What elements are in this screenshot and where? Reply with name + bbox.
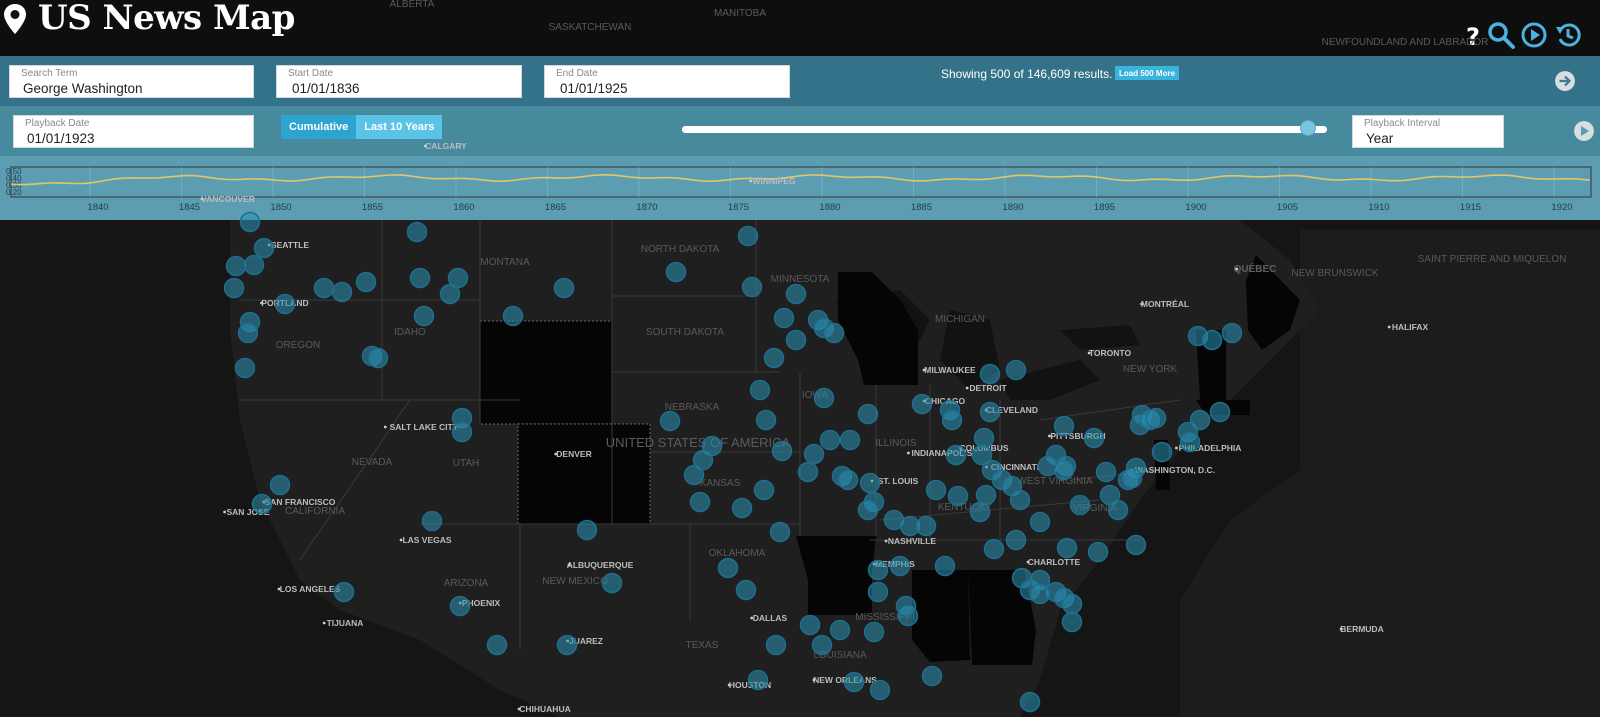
playback-bar: Playback Date Cumulative Last 10 Years P… [0,106,1600,156]
end-date-label: End Date [556,68,598,79]
app-title: US News Map [38,0,295,38]
timeline-x-tick: 1895 [1094,202,1115,213]
playback-interval-input[interactable] [1366,131,1486,146]
timeline-x-tick: 1905 [1277,202,1298,213]
search-icon[interactable] [1487,21,1515,49]
playback-mode-toggle: Cumulative Last 10 Years [281,115,443,139]
playback-interval-field[interactable]: Playback Interval [1352,115,1504,148]
arrow-right-icon[interactable] [1555,71,1575,91]
map-pin-icon [4,4,26,34]
timeline-x-tick: 1885 [911,202,932,213]
timeline-line [11,173,1591,186]
playback-interval-label: Playback Interval [1364,118,1441,129]
app-root: US News Map ? Search Term Start Date [0,0,1600,717]
playback-slider-handle[interactable] [1299,120,1316,136]
timeline-x-tick: 1890 [1002,202,1023,213]
start-date-input[interactable] [292,81,492,96]
app-header: US News Map ? [0,0,1600,56]
last-10-years-button[interactable]: Last 10 Years [356,115,443,139]
search-term-label: Search Term [21,68,78,79]
playback-date-field[interactable]: Playback Date [13,115,254,148]
search-term-field[interactable]: Search Term [9,65,254,98]
history-icon[interactable] [1554,21,1582,49]
end-date-input[interactable] [560,81,760,96]
timeline-x-tick: 1870 [636,202,657,213]
playback-date-label: Playback Date [25,118,90,129]
timeline-x-tick: 1915 [1460,202,1481,213]
timeline-x-tick: 1840 [87,202,108,213]
timeline-x-tick: 1855 [362,202,383,213]
timeline-x-tick: 1860 [453,202,474,213]
timeline-x-tick: 1875 [728,202,749,213]
search-term-input[interactable] [23,81,223,96]
timeline-x-tick: 1920 [1551,202,1572,213]
play-icon[interactable] [1574,121,1594,141]
timeline-x-tick: 1900 [1185,202,1206,213]
results-count: Showing 500 of 146,609 results. [941,67,1113,81]
svg-text:?: ? [1466,23,1480,49]
timeline-x-tick: 1880 [819,202,840,213]
timeline-x-tick: 1910 [1368,202,1389,213]
timeline-y-tick: 0.20 [6,188,22,197]
help-icon[interactable]: ? [1459,21,1487,49]
timeline-panel: 0.50 0.40 0.30 0.20 1840 1845 1850 1855 1860 186… [0,156,1600,220]
playback-slider-fill [682,126,1308,133]
cumulative-button[interactable]: Cumulative [281,115,357,139]
playback-slider-track[interactable] [682,126,1327,133]
start-date-field[interactable]: Start Date [276,65,522,98]
play-circle-icon[interactable] [1520,21,1548,49]
timeline-chart[interactable]: 0.500.400.300.20 1840 1845 1850 1855 1860 186… [0,156,1600,220]
load-more-button[interactable]: Load 500 More [1115,66,1180,80]
end-date-field[interactable]: End Date [544,65,790,98]
playback-date-input[interactable] [27,131,227,146]
timeline-x-tick: 1850 [270,202,291,213]
search-bar: Search Term Start Date End Date Showing … [0,56,1600,106]
timeline-x-tick: 1865 [545,202,566,213]
timeline-x-tick: 1845 [179,202,200,213]
start-date-label: Start Date [288,68,334,79]
